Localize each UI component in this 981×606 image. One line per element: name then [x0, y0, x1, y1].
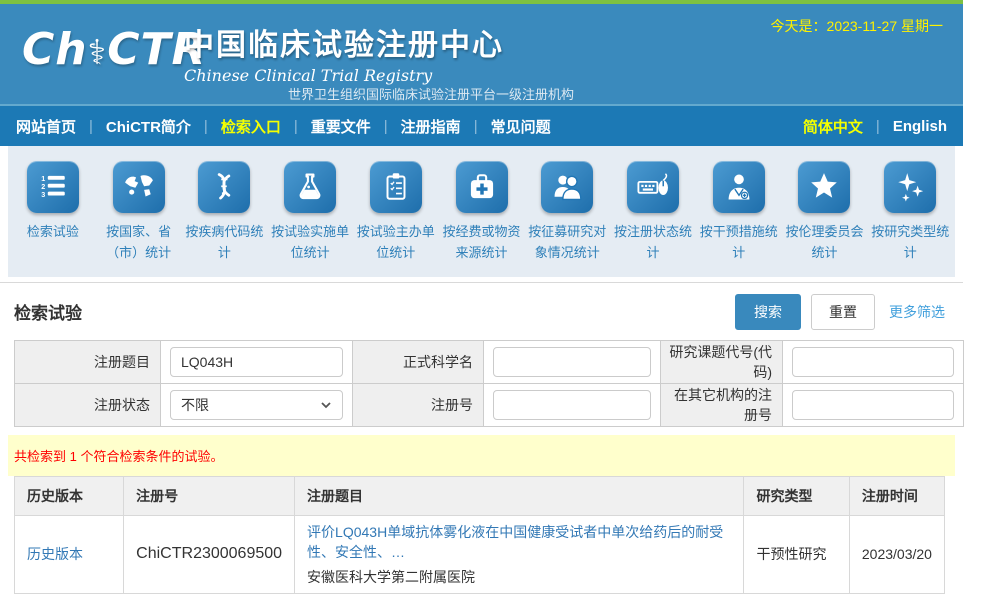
stats-item-by-sponsor-unit[interactable]: 按试验主办单位统计	[353, 161, 439, 264]
more-filters-link[interactable]: 更多筛选	[889, 302, 945, 322]
reset-button[interactable]: 重置	[811, 294, 875, 330]
col-reg-title: 注册题目	[295, 476, 744, 515]
trial-title-link[interactable]: 评价LQ043H单域抗体雾化液在中国健康受试者中单次给药后的耐受性、安全性、…	[307, 522, 731, 562]
lang-switch-english[interactable]: English	[893, 118, 947, 135]
col-reg-number: 注册号	[124, 476, 295, 515]
caduceus-icon: ⚕	[88, 33, 108, 73]
scientific-name-label: 正式科学名	[353, 340, 484, 383]
stat-label: 按试验主办单位统计	[353, 222, 439, 264]
main-nav: 网站首页 | ChiCTR简介 | 检索入口 | 重要文件 | 注册指南 | 常…	[0, 104, 963, 146]
stat-label: 按干预措施统计	[696, 222, 782, 264]
nav-item-about[interactable]: ChiCTR简介	[106, 116, 191, 137]
stats-item-by-recruitment-status[interactable]: 按征募研究对象情况统计	[524, 161, 610, 264]
page-title: 检索试验	[14, 299, 82, 324]
nav-separator: |	[294, 118, 298, 135]
project-code-input[interactable]	[792, 347, 954, 377]
col-history-version: 历史版本	[15, 476, 124, 515]
numbered-list-icon: 1 2 3	[27, 161, 79, 213]
stats-item-by-ethics-committee[interactable]: 按伦理委员会统计	[782, 161, 868, 264]
stat-label: 检索试验	[24, 222, 82, 243]
reg-title-input[interactable]	[170, 347, 343, 377]
stats-item-by-study-type[interactable]: 按研究类型统计	[867, 161, 953, 264]
nav-item-home[interactable]: 网站首页	[16, 116, 76, 137]
reg-status-label: 注册状态	[15, 383, 161, 426]
site-header: Ch⚕CTR 中国临床试验注册中心 Chinese Clinical Trial…	[0, 4, 963, 104]
star-icon	[798, 161, 850, 213]
project-code-label: 研究课题代号(代码)	[661, 340, 783, 383]
site-title-zh: 中国临床试验注册中心	[184, 20, 504, 64]
chevron-down-icon	[320, 401, 332, 409]
clipboard-icon	[370, 161, 422, 213]
nav-separator: |	[474, 118, 478, 135]
nav-separator: |	[384, 118, 388, 135]
stats-item-by-registration-status[interactable]: 按注册状态统计	[610, 161, 696, 264]
result-count-banner: 共检索到 1 个符合检索条件的试验。	[8, 435, 955, 476]
search-form: 注册题目 正式科学名 研究课题代号(代码) 注册状态 不限 注册号	[14, 340, 964, 427]
stats-item-by-disease-code[interactable]: 按疾病代码统计	[181, 161, 267, 264]
medkit-icon	[456, 161, 508, 213]
chictr-logo[interactable]: Ch⚕CTR	[22, 24, 206, 75]
reg-status-select[interactable]: 不限	[170, 390, 343, 420]
stats-item-by-intervention[interactable]: 按干预措施统计	[696, 161, 782, 264]
registration-number: ChiCTR2300069500	[136, 545, 282, 562]
reg-date-value: 2023/03/20	[849, 515, 944, 593]
search-section: 检索试验 搜索 重置 更多筛选 注册题目 正式科学名 研究课题代号(代码) 注	[0, 283, 963, 427]
scientific-name-input[interactable]	[493, 347, 651, 377]
dna-icon	[198, 161, 250, 213]
flask-icon	[284, 161, 336, 213]
site-title-block: 中国临床试验注册中心 Chinese Clinical Trial Regist…	[184, 20, 504, 85]
nav-item-guide[interactable]: 注册指南	[401, 116, 461, 137]
trial-institution: 安徽医科大学第二附属医院	[307, 567, 731, 587]
table-row: 历史版本 ChiCTR2300069500 评价LQ043H单域抗体雾化液在中国…	[15, 515, 945, 593]
stat-label: 按注册状态统计	[610, 222, 696, 264]
stats-item-by-funding-source[interactable]: 按经费或物资来源统计	[439, 161, 525, 264]
who-platform-line: 世界卫生组织国际临床试验注册平台一级注册机构	[288, 84, 574, 103]
nav-item-documents[interactable]: 重要文件	[311, 116, 371, 137]
stats-menu: 1 2 3 检索试验 按国家、省（市）统计	[8, 146, 955, 277]
study-type-value: 干预性研究	[744, 515, 849, 593]
world-map-icon	[113, 161, 165, 213]
nav-separator: |	[89, 118, 93, 135]
people-icon	[541, 161, 593, 213]
keyboard-mouse-icon	[627, 161, 679, 213]
stat-label: 按经费或物资来源统计	[439, 222, 525, 264]
stat-label: 按试验实施单位统计	[267, 222, 353, 264]
other-reg-number-input[interactable]	[792, 390, 954, 420]
history-version-link[interactable]: 历史版本	[27, 546, 83, 562]
col-study-type: 研究类型	[744, 476, 849, 515]
nav-separator: |	[876, 118, 880, 135]
search-button[interactable]: 搜索	[735, 294, 801, 330]
doctor-icon	[713, 161, 765, 213]
stat-label: 按研究类型统计	[867, 222, 953, 264]
lang-switch-chinese[interactable]: 简体中文	[803, 116, 863, 137]
nav-separator: |	[204, 118, 208, 135]
results-header-row: 历史版本 注册号 注册题目 研究类型 注册时间	[15, 476, 945, 515]
nav-item-faq[interactable]: 常见问题	[491, 116, 551, 137]
sparkles-icon	[884, 161, 936, 213]
results-section: 历史版本 注册号 注册题目 研究类型 注册时间 历史版本 ChiCTR23000…	[0, 476, 963, 606]
other-reg-number-label: 在其它机构的注册号	[661, 383, 783, 426]
stat-label: 按国家、省（市）统计	[96, 222, 182, 264]
stats-item-search-trials[interactable]: 1 2 3 检索试验	[10, 161, 96, 264]
current-date: 今天是：2023-11-27 星期一	[771, 16, 943, 36]
svg-text:3: 3	[41, 190, 45, 199]
reg-title-label: 注册题目	[15, 340, 161, 383]
stat-label: 按疾病代码统计	[181, 222, 267, 264]
stats-item-by-country[interactable]: 按国家、省（市）统计	[96, 161, 182, 264]
site-title-en: Chinese Clinical Trial Registry	[184, 66, 504, 85]
results-table: 历史版本 注册号 注册题目 研究类型 注册时间 历史版本 ChiCTR23000…	[14, 476, 945, 594]
reg-status-value: 不限	[181, 395, 209, 415]
stat-label: 按征募研究对象情况统计	[524, 222, 610, 264]
reg-number-input[interactable]	[493, 390, 651, 420]
nav-item-search-entry[interactable]: 检索入口	[221, 116, 281, 137]
stats-item-by-implementing-unit[interactable]: 按试验实施单位统计	[267, 161, 353, 264]
col-reg-date: 注册时间	[849, 476, 944, 515]
reg-number-label: 注册号	[353, 383, 484, 426]
stat-label: 按伦理委员会统计	[782, 222, 868, 264]
